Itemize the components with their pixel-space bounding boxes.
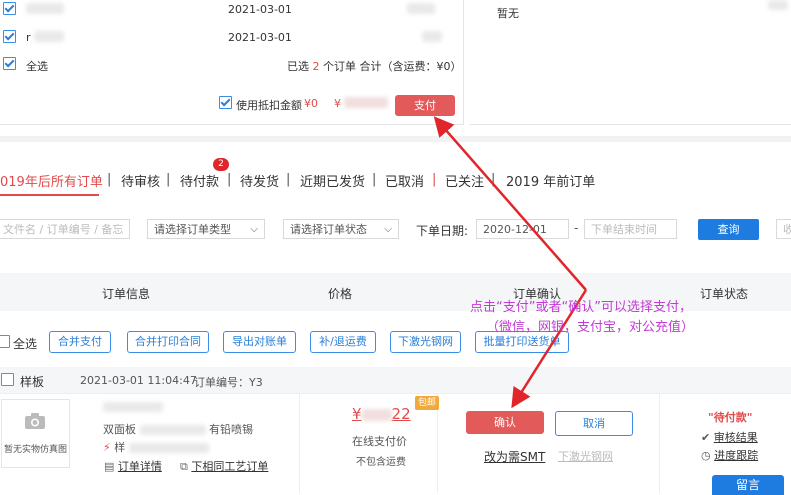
row-date: 2021-03-01 xyxy=(228,31,292,44)
tab-recently-shipped[interactable]: 近期已发货 xyxy=(300,171,365,190)
redacted-text xyxy=(768,0,788,10)
col-divider xyxy=(659,393,660,493)
order-status-select[interactable]: 请选择订单状态 ⌵ xyxy=(283,219,399,239)
laser-stencil-button[interactable]: 下激光钢网 xyxy=(390,331,461,353)
tab-separator: | xyxy=(166,172,171,187)
order-tag: 样板 xyxy=(20,375,45,389)
chevron-down-icon: ⌵ xyxy=(384,224,392,235)
order-detail-link[interactable]: ▤ 订单详情 xyxy=(104,458,162,474)
deduct-checkbox[interactable] xyxy=(219,96,232,109)
free-shipping-badge: 包邮 xyxy=(415,396,439,410)
select-all-checkbox[interactable] xyxy=(3,57,16,70)
section-divider xyxy=(0,136,791,142)
redacted-text xyxy=(26,3,64,14)
document-icon: ▤ xyxy=(104,460,115,473)
tab-all-orders[interactable]: 019年后所有订单 xyxy=(0,171,103,190)
select-all-label: 全选 xyxy=(26,60,48,73)
redacted-text xyxy=(34,31,64,42)
confirm-button[interactable]: 确认 xyxy=(466,411,544,434)
order-status: "待付款" xyxy=(708,411,753,424)
change-smt-link[interactable]: 改为需SMT xyxy=(484,448,545,465)
tab-separator: | xyxy=(432,172,437,187)
tab-pending-shipment[interactable]: 待发货 xyxy=(240,171,279,190)
tab-followed[interactable]: 已关注 xyxy=(445,171,484,190)
annotation-text-line1: 点击“支付”或者“确认”可以选择支付， xyxy=(470,300,692,315)
col-divider xyxy=(299,393,300,493)
header-order-info: 订单信息 xyxy=(102,287,151,301)
tab-pending-payment[interactable]: 待付款 xyxy=(180,171,219,190)
selection-summary: 已选 2 个订单 合计（含运费：¥0） xyxy=(287,60,462,73)
check-circle-icon: ✔ xyxy=(701,431,711,444)
merge-print-contract-button[interactable]: 合并打印合同 xyxy=(127,331,209,353)
empty-notice: 暂无 xyxy=(497,7,519,20)
start-date-input[interactable]: 2020-12-01 xyxy=(476,219,569,239)
redacted-text xyxy=(361,408,392,421)
message-button[interactable]: 留言 xyxy=(712,475,784,495)
progress-tracking-link[interactable]: ◷ 进度跟踪 xyxy=(701,447,758,463)
header-price: 价格 xyxy=(328,287,353,301)
arrow-to-pay-button xyxy=(433,116,587,291)
order-date-label: 下单日期: xyxy=(416,224,469,238)
laser-stencil-link[interactable]: 下激光钢网 xyxy=(558,448,613,464)
row-date: 2021-03-01 xyxy=(228,3,292,16)
cancel-button[interactable]: 取消 xyxy=(555,411,633,436)
search-input[interactable]: 文件名 / 订单编号 / 备忘 xyxy=(0,219,130,239)
chevron-down-icon: ⌵ xyxy=(250,224,258,235)
copy-icon: ⧉ xyxy=(180,460,188,473)
order-checkbox[interactable] xyxy=(1,373,14,386)
order-type-select[interactable]: 请选择订单类型 ⌵ xyxy=(147,219,265,239)
redacted-text xyxy=(139,425,206,435)
redacted-text xyxy=(407,3,435,14)
header-status: 订单状态 xyxy=(700,287,749,301)
date-dash: - xyxy=(574,221,579,235)
deduct-label: 使用抵扣金额 xyxy=(236,99,302,112)
pay-button[interactable]: 支付 xyxy=(395,95,455,116)
redacted-text xyxy=(344,97,388,108)
bulk-select-label: 全选 xyxy=(13,337,38,351)
end-date-input[interactable]: 下单结束时间 xyxy=(584,219,677,239)
pending-payment-badge: 2 xyxy=(213,158,229,171)
product-thumbnail[interactable]: 暂无实物仿真图 xyxy=(1,399,70,468)
row-checkbox[interactable] xyxy=(3,30,16,43)
lightning-icon: ⚡ xyxy=(103,441,111,454)
same-process-order-link[interactable]: ⧉ 下相同工艺订单 xyxy=(180,458,268,474)
tab-active-underline xyxy=(0,194,99,196)
spec-line-1: 双面板 有铅喷锡 xyxy=(103,423,253,436)
price-value: ¥22 xyxy=(352,405,411,423)
camera-icon xyxy=(25,413,45,429)
query-button[interactable]: 查询 xyxy=(698,219,759,240)
order-number: 订单编号：Y3 xyxy=(194,376,263,389)
redacted-text xyxy=(128,443,209,453)
annotation-text-line2: （微信，网银，支付宝，对公充值） xyxy=(486,320,695,335)
tab-separator: | xyxy=(372,172,377,187)
tab-pending-review[interactable]: 待审核 xyxy=(121,171,160,190)
review-result-link[interactable]: ✔ 审核结果 xyxy=(701,429,758,445)
row-prefix: r xyxy=(26,31,31,44)
tab-cancelled[interactable]: 已取消 xyxy=(385,171,424,190)
tab-separator: | xyxy=(491,172,496,187)
spec-line-2: ⚡ 样 xyxy=(103,439,209,455)
order-datetime: 2021-03-01 11:04:47 xyxy=(80,374,197,387)
tab-before-2019[interactable]: 2019 年前订单 xyxy=(506,171,595,190)
bulk-select-checkbox[interactable] xyxy=(0,335,10,348)
online-price-label: 在线支付价 xyxy=(352,435,407,448)
redacted-text xyxy=(422,31,442,42)
thumbnail-caption: 暂无实物仿真图 xyxy=(3,445,67,455)
redacted-text xyxy=(103,402,163,412)
deduct-value: ¥0 xyxy=(304,97,318,110)
tab-separator: | xyxy=(107,172,112,187)
extra-input[interactable]: 收 xyxy=(776,219,791,239)
shipping-adjust-button[interactable]: 补/退运费 xyxy=(310,331,376,353)
selected-count: 2 xyxy=(312,60,320,73)
excludes-shipping-label: 不包含运费 xyxy=(356,457,406,468)
row-checkbox[interactable] xyxy=(3,2,16,15)
clock-icon: ◷ xyxy=(701,449,711,462)
total-currency: ¥ xyxy=(334,97,341,110)
tab-separator: | xyxy=(227,172,232,187)
merge-pay-button[interactable]: 合并支付 xyxy=(49,331,111,353)
tab-separator: | xyxy=(286,172,291,187)
export-statement-button[interactable]: 导出对账单 xyxy=(223,331,296,353)
